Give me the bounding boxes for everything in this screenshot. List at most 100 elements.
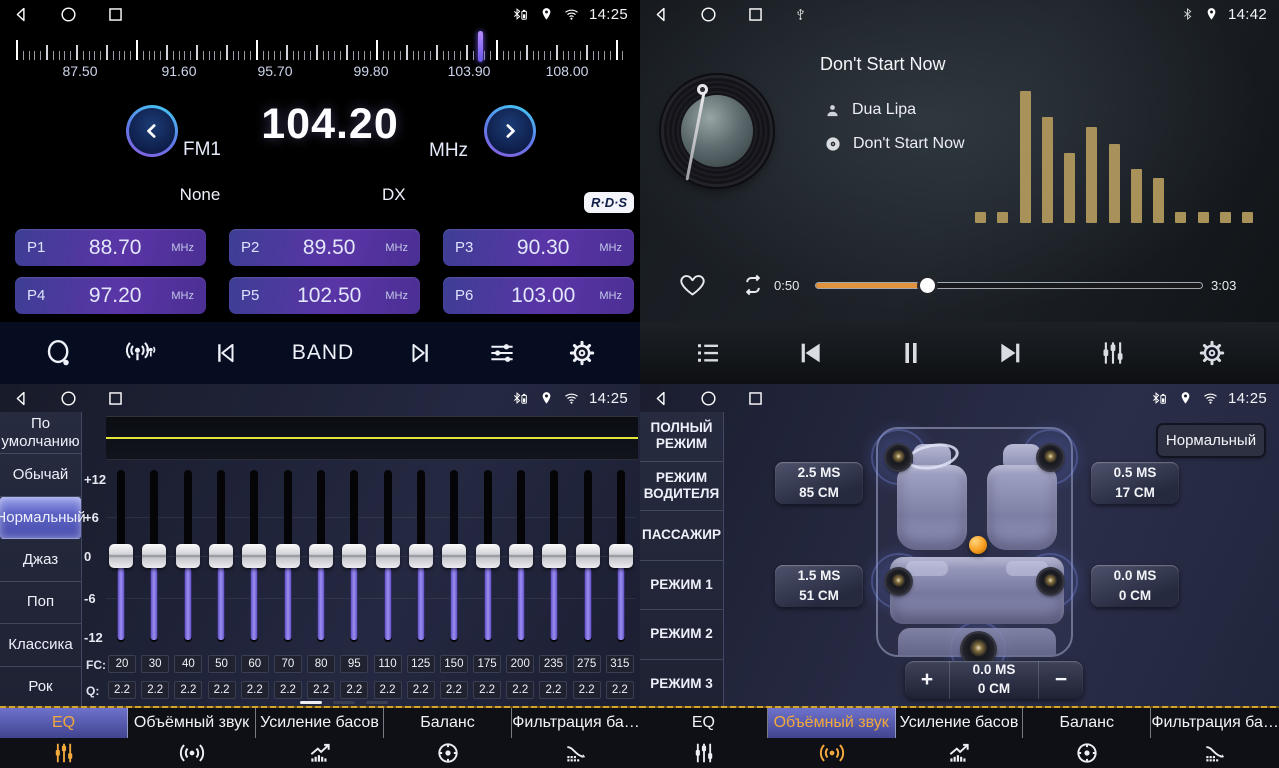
delay-front-right-button[interactable]: 0.5 MS 17 CM [1091, 462, 1179, 504]
back-icon[interactable] [652, 389, 671, 408]
eq-band-slider[interactable] [175, 470, 201, 644]
tab-filter[interactable]: Фильтрация ба… [512, 708, 640, 768]
eq-slider-handle[interactable] [142, 544, 166, 568]
eq-q-value[interactable]: 2.2 [539, 681, 567, 699]
eq-band-slider[interactable] [608, 470, 634, 644]
eq-fc-value[interactable]: 95 [340, 655, 368, 673]
speaker-front-right[interactable] [1038, 445, 1063, 470]
eq-fc-value[interactable]: 315 [606, 655, 634, 673]
eq-slider-handle[interactable] [276, 544, 300, 568]
eq-q-value[interactable]: 2.2 [241, 681, 269, 699]
broadcast-icon[interactable] [125, 337, 159, 369]
eq-q-value[interactable]: 2.2 [108, 681, 136, 699]
recents-icon[interactable] [746, 5, 765, 24]
eq-q-value[interactable]: 2.2 [141, 681, 169, 699]
eq-q-value[interactable]: 2.2 [208, 681, 236, 699]
mode-passenger[interactable]: ПАССАЖИР [640, 511, 723, 561]
mode-1[interactable]: РЕЖИМ 1 [640, 561, 723, 611]
eq-band-slider[interactable] [275, 470, 301, 644]
back-icon[interactable] [12, 389, 31, 408]
tab-bass-boost[interactable]: Усиление басов [896, 708, 1024, 768]
recents-icon[interactable] [106, 5, 125, 24]
eq-slider-handle[interactable] [576, 544, 600, 568]
mode-3[interactable]: РЕЖИМ 3 [640, 660, 723, 709]
eq-fc-value[interactable]: 150 [440, 655, 468, 673]
scan-icon[interactable] [44, 338, 74, 368]
repeat-icon[interactable] [738, 271, 768, 299]
eq-band-slider[interactable] [375, 470, 401, 644]
progress-bar[interactable] [815, 282, 1203, 289]
eq-band-slider[interactable] [241, 470, 267, 644]
eq-fc-value[interactable]: 200 [506, 655, 534, 673]
eq-page-dash[interactable] [300, 701, 322, 704]
eq-fc-value[interactable]: 175 [473, 655, 501, 673]
eq-band-slider[interactable] [475, 470, 501, 644]
eq-fc-value[interactable]: 275 [573, 655, 601, 673]
previous-track-icon[interactable] [793, 337, 825, 369]
tab-balance[interactable]: Баланс [384, 708, 512, 768]
preset-button-p5[interactable]: P5 102.50 MHz [229, 277, 420, 314]
eq-slider-handle[interactable] [176, 544, 200, 568]
eq-band-slider[interactable] [441, 470, 467, 644]
eq-fc-value[interactable]: 125 [407, 655, 435, 673]
delay-rear-left-button[interactable]: 1.5 MS 51 CM [775, 565, 863, 607]
eq-slider-handle[interactable] [409, 544, 433, 568]
eq-q-value[interactable]: 2.2 [374, 681, 402, 699]
eq-slider-handle[interactable] [509, 544, 533, 568]
mode-full[interactable]: ПОЛНЫЙ РЕЖИМ [640, 412, 723, 462]
eq-slider-handle[interactable] [476, 544, 500, 568]
eq-fc-value[interactable]: 60 [241, 655, 269, 673]
home-icon[interactable] [699, 389, 718, 408]
eq-page-dash[interactable] [333, 701, 355, 704]
home-icon[interactable] [59, 389, 78, 408]
delay-increase-button[interactable]: + [905, 661, 949, 699]
preset-button-p1[interactable]: P1 88.70 MHz [15, 229, 206, 266]
eq-preset-classic[interactable]: Классика [0, 624, 81, 666]
equalizer-icon[interactable] [1098, 338, 1128, 368]
eq-slider-handle[interactable] [442, 544, 466, 568]
eq-q-value[interactable]: 2.2 [307, 681, 335, 699]
next-track-icon[interactable] [996, 337, 1028, 369]
tab-balance[interactable]: Баланс [1023, 708, 1151, 768]
eq-fc-value[interactable]: 40 [174, 655, 202, 673]
eq-slider-handle[interactable] [209, 544, 233, 568]
eq-q-value[interactable]: 2.2 [573, 681, 601, 699]
preset-button-p4[interactable]: P4 97.20 MHz [15, 277, 206, 314]
eq-slider-handle[interactable] [342, 544, 366, 568]
eq-slider-handle[interactable] [609, 544, 633, 568]
settings-gear-icon[interactable] [568, 339, 596, 367]
eq-preset-pop[interactable]: Поп [0, 582, 81, 624]
speaker-rear-left[interactable] [886, 569, 911, 594]
eq-preset-default[interactable]: По умолчанию [0, 412, 81, 454]
eq-fc-value[interactable]: 70 [274, 655, 302, 673]
preset-button-p2[interactable]: P2 89.50 MHz [229, 229, 420, 266]
eq-preset-custom[interactable]: Обычай [0, 454, 81, 496]
home-icon[interactable] [699, 5, 718, 24]
eq-band-slider[interactable] [308, 470, 334, 644]
favorite-heart-icon[interactable] [678, 270, 707, 299]
eq-slider-handle[interactable] [309, 544, 333, 568]
eq-band-slider[interactable] [108, 470, 134, 644]
freq-up-button[interactable] [484, 105, 536, 157]
back-icon[interactable] [12, 5, 31, 24]
eq-q-value[interactable]: 2.2 [274, 681, 302, 699]
eq-q-value[interactable]: 2.2 [340, 681, 368, 699]
eq-page-dash[interactable] [366, 701, 388, 704]
eq-q-value[interactable]: 2.2 [174, 681, 202, 699]
eq-q-value[interactable]: 2.2 [606, 681, 634, 699]
eq-preset-jazz[interactable]: Джаз [0, 539, 81, 581]
tab-surround[interactable]: Объёмный звук [768, 708, 896, 768]
eq-fc-value[interactable]: 80 [307, 655, 335, 673]
delay-rear-right-button[interactable]: 0.0 MS 0 CM [1091, 565, 1179, 607]
eq-band-slider[interactable] [408, 470, 434, 644]
pause-icon[interactable] [895, 337, 927, 369]
eq-band-slider[interactable] [141, 470, 167, 644]
eq-q-value[interactable]: 2.2 [473, 681, 501, 699]
eq-band-slider[interactable] [508, 470, 534, 644]
eq-fc-value[interactable]: 235 [539, 655, 567, 673]
eq-slider-handle[interactable] [242, 544, 266, 568]
eq-slider-handle[interactable] [376, 544, 400, 568]
freq-down-button[interactable] [126, 105, 178, 157]
back-icon[interactable] [652, 5, 671, 24]
freq-ruler[interactable] [16, 36, 624, 60]
